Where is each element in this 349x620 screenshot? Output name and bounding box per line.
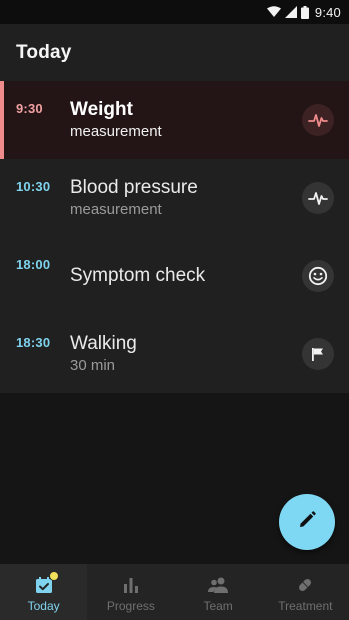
task-title: Blood pressure [70, 176, 198, 198]
task-item-symptom-check[interactable]: 18:00 Symptom check [0, 237, 349, 315]
nav-item-team[interactable]: Team [175, 564, 262, 620]
task-time: 18:00 [16, 257, 51, 272]
screen: 9:40 Today 9:30 Weight measurement 10:30… [0, 0, 349, 620]
edit-fab-button[interactable] [279, 494, 335, 550]
task-item-weight[interactable]: 9:30 Weight measurement [0, 81, 349, 159]
task-text: Symptom check [70, 265, 205, 287]
task-item-blood-pressure[interactable]: 10:30 Blood pressure measurement [0, 159, 349, 237]
task-item-walking[interactable]: 18:30 Walking 30 min [0, 315, 349, 393]
task-text: Weight measurement [70, 99, 162, 142]
bar-chart-icon [120, 574, 142, 596]
status-bar: 9:40 [0, 0, 349, 24]
pill-icon [294, 574, 316, 596]
task-list: 9:30 Weight measurement 10:30 Blood pres… [0, 81, 349, 393]
pulse-icon [302, 182, 334, 214]
task-time: 10:30 [16, 179, 51, 194]
status-time: 9:40 [314, 4, 341, 20]
nav-item-today[interactable]: Today [0, 564, 88, 620]
task-subtitle: measurement [70, 122, 162, 140]
task-title: Weight [70, 98, 133, 120]
app-bar: Today [0, 24, 349, 81]
task-title: Walking [70, 332, 137, 354]
nav-label: Team [203, 599, 233, 613]
nav-label: Today [27, 599, 60, 613]
pencil-icon [297, 510, 317, 535]
task-title: Symptom check [70, 265, 206, 286]
pulse-icon [302, 104, 334, 136]
task-text: Walking 30 min [70, 333, 137, 376]
task-subtitle: measurement [70, 200, 162, 218]
smiley-icon [302, 260, 334, 292]
task-time: 18:30 [16, 335, 51, 350]
people-icon [207, 574, 229, 596]
signal-icon [284, 6, 297, 18]
task-text: Blood pressure measurement [70, 177, 198, 220]
calendar-check-icon [33, 571, 59, 596]
bottom-nav: Today Progress Team Treatment [0, 564, 349, 620]
nav-item-progress[interactable]: Progress [87, 564, 174, 620]
wifi-icon [266, 6, 281, 18]
task-subtitle: 30 min [70, 356, 116, 374]
battery-icon [300, 5, 309, 19]
nav-label: Treatment [278, 599, 333, 613]
nav-item-treatment[interactable]: Treatment [262, 564, 349, 620]
task-time: 9:30 [16, 101, 43, 116]
nav-label: Progress [106, 599, 155, 613]
page-title: Today [16, 41, 72, 63]
notification-badge [48, 571, 59, 581]
flag-icon [302, 338, 334, 370]
